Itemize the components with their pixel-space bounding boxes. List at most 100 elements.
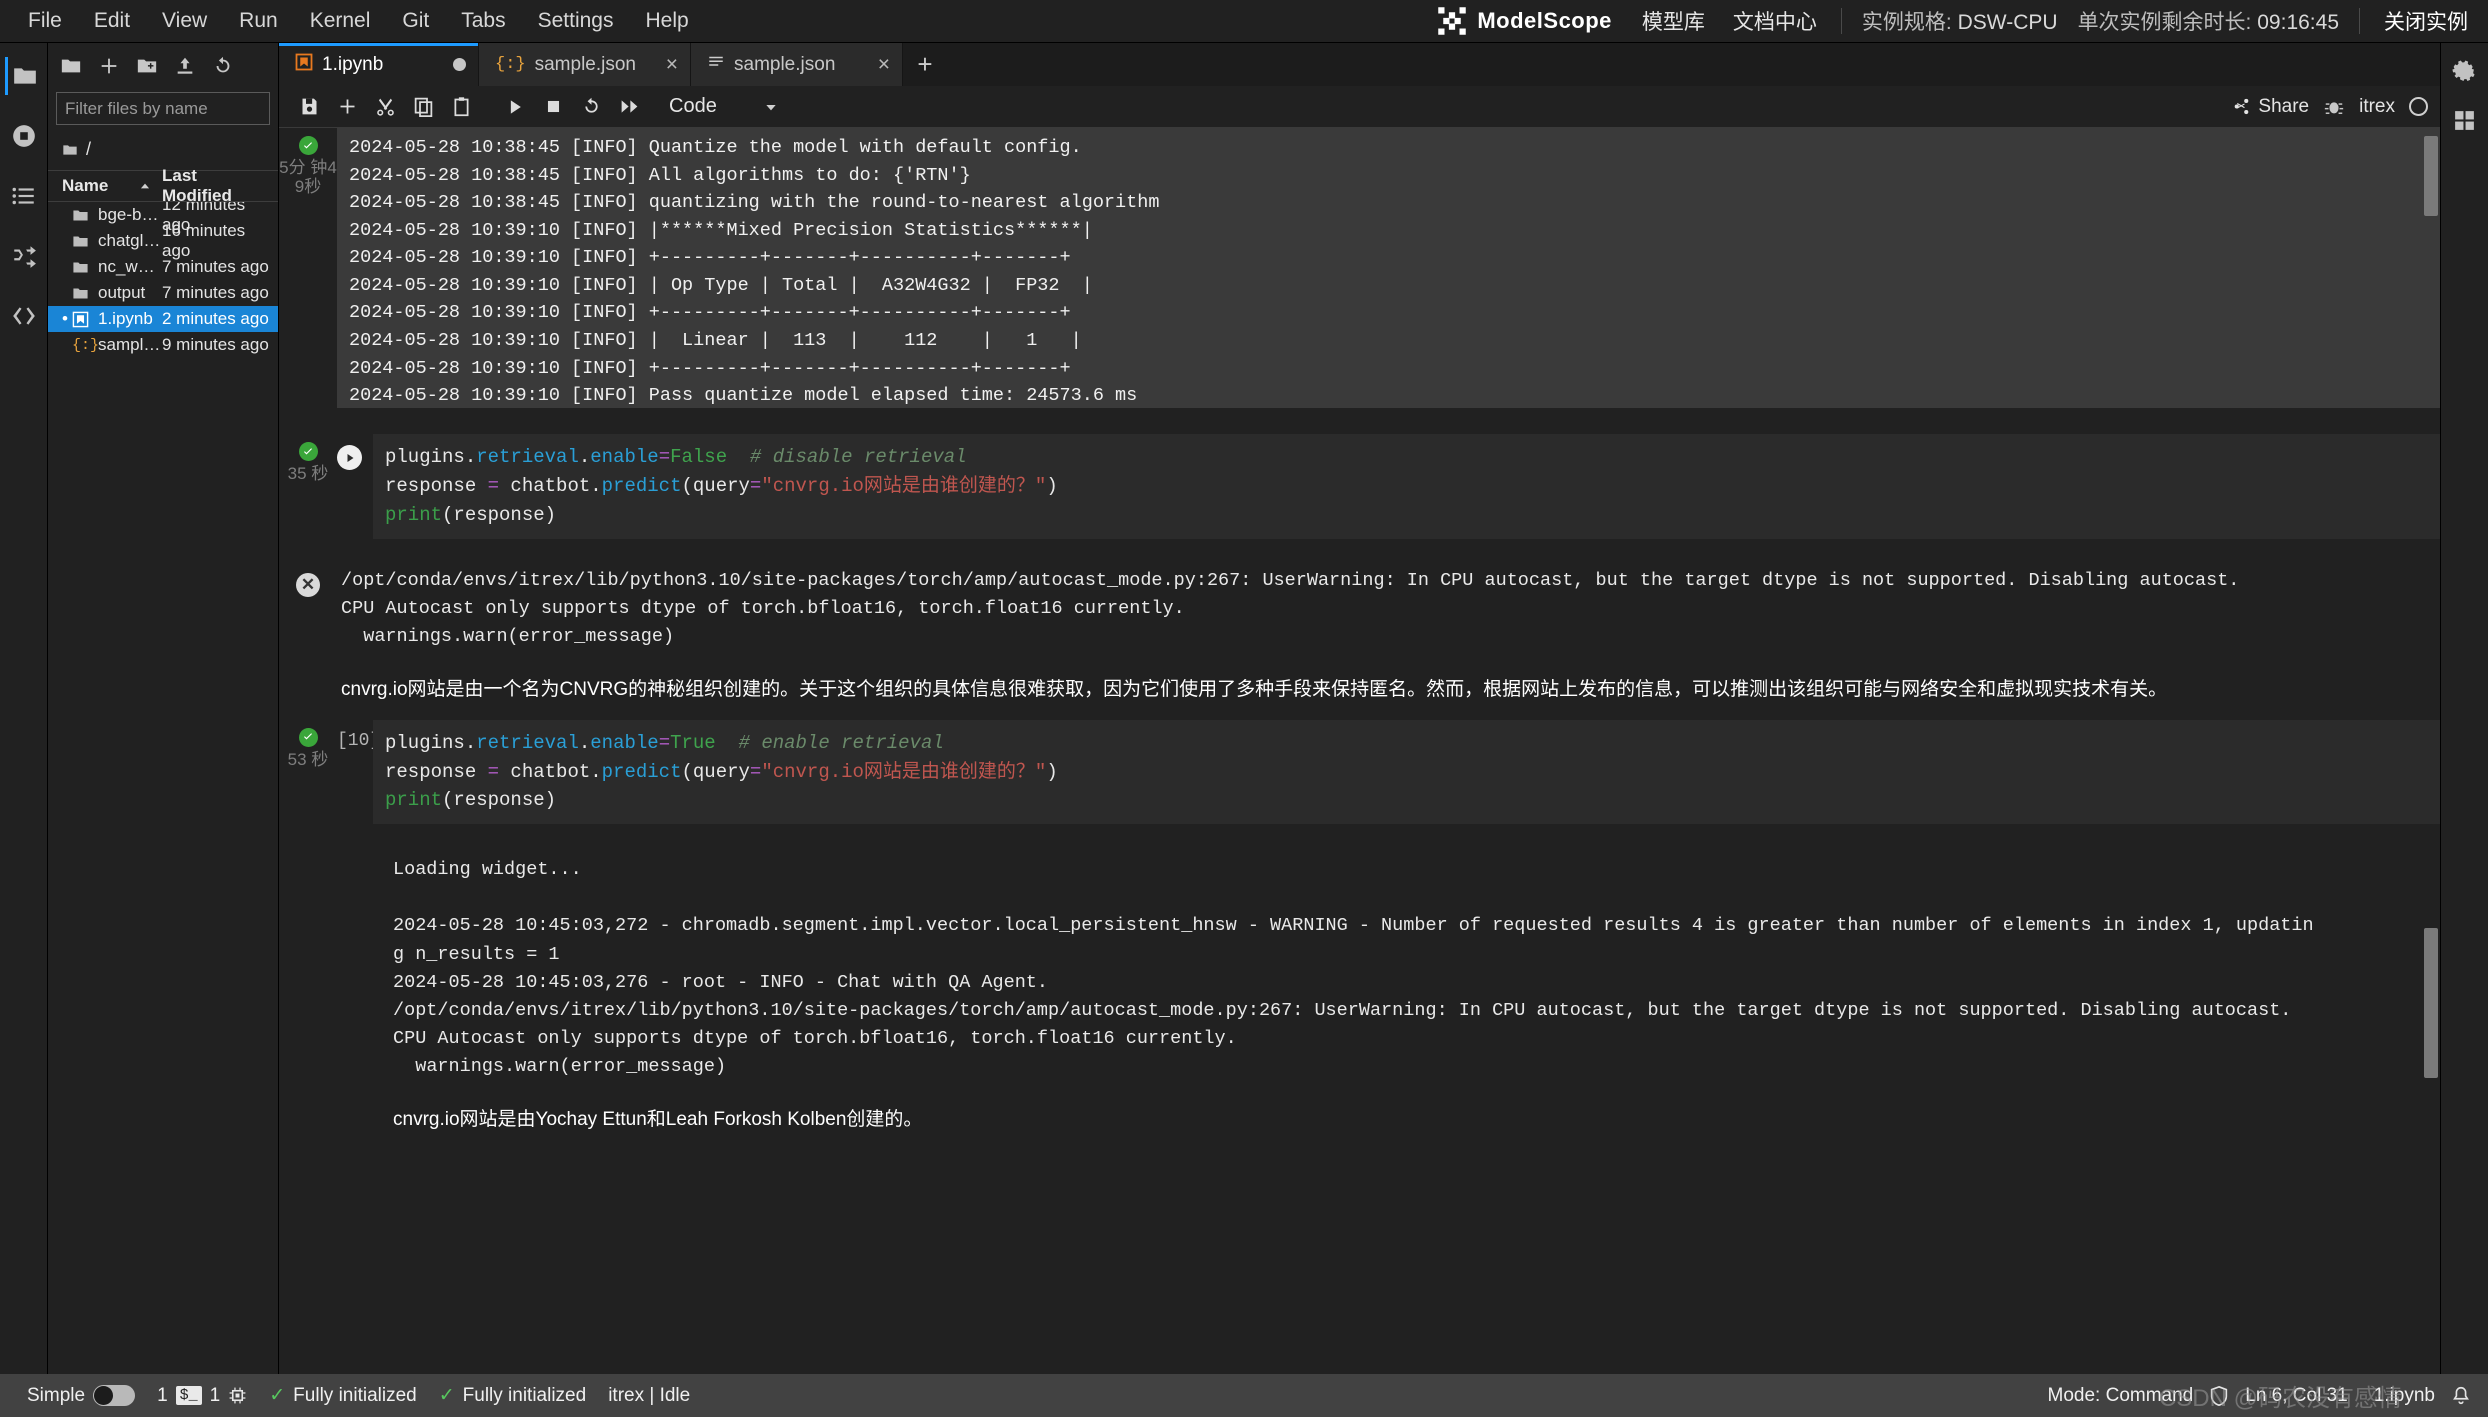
- status-bar-right: Mode: Command Ln 6, Col 31 1.ipynb: [2037, 1385, 2472, 1407]
- code-exec-row: [10] plugins.retrieval.enable=True # ena…: [337, 719, 2440, 825]
- folder-icon: [72, 207, 96, 224]
- code-token: # enable retrieval: [738, 731, 944, 754]
- insert-cell-button[interactable]: [329, 91, 365, 123]
- stop-kernel-button[interactable]: [535, 91, 571, 123]
- kernel-indicator-label[interactable]: itrex: [2359, 96, 2395, 118]
- notebook-cell-code-disable-retrieval: 35 秒 plugins.retrieval.enable=False # di…: [279, 434, 2440, 539]
- properties-icon[interactable]: [2452, 108, 2477, 133]
- menu-item-run[interactable]: Run: [225, 5, 292, 37]
- output-scrollbar[interactable]: [2424, 136, 2438, 406]
- column-header-name: Name: [62, 176, 109, 195]
- simple-mode-toggle[interactable]: Simple: [16, 1385, 146, 1407]
- cell-body: [10] plugins.retrieval.enable=True # ena…: [337, 719, 2440, 825]
- new-tab-button[interactable]: +: [903, 43, 947, 86]
- restart-kernel-button[interactable]: [573, 91, 609, 123]
- cell-gutter: 35 秒: [279, 434, 337, 539]
- init-status-label: Fully initialized: [462, 1384, 587, 1406]
- column-header-modified[interactable]: Last Modified: [162, 166, 270, 206]
- menu-item-help[interactable]: Help: [632, 5, 703, 37]
- kernel-count: 1: [157, 1384, 168, 1406]
- close-icon[interactable]: ×: [666, 54, 678, 75]
- chevron-up-icon: [140, 183, 150, 189]
- breadcrumb-root[interactable]: /: [86, 139, 91, 160]
- log-line: CPU Autocast only supports dtype of torc…: [393, 1027, 1237, 1049]
- tab-label: sample.json: [534, 53, 636, 75]
- folder-root-button[interactable]: [52, 49, 90, 83]
- cell-type-select[interactable]: Code: [659, 95, 789, 118]
- search-input[interactable]: [65, 98, 286, 119]
- folder-icon: [61, 59, 81, 72]
- text-icon: [707, 53, 725, 77]
- upload-button[interactable]: [166, 49, 204, 83]
- kernel-init-status-2[interactable]: ✓ Fully initialized: [428, 1384, 597, 1407]
- unsaved-dot-icon[interactable]: [453, 58, 466, 71]
- tab-sample-json-a[interactable]: {:} sample.json ×: [479, 43, 691, 86]
- new-folder-button[interactable]: [128, 49, 166, 83]
- list-item[interactable]: chatglm3-6b 16 minutes ago: [48, 221, 278, 260]
- notebook-scroll-area[interactable]: 5分 钟4 9秒 2024-05-28 10:38:45 [INFO] Quan…: [279, 128, 2440, 1374]
- refresh-button[interactable]: [204, 49, 242, 83]
- cell-status-ok-icon: [298, 136, 318, 155]
- sidebar-item-git[interactable]: [5, 237, 43, 275]
- menu-item-git[interactable]: Git: [388, 5, 443, 37]
- copy-icon: [414, 97, 432, 117]
- filter-files-box[interactable]: [56, 92, 286, 125]
- restart-run-all-button[interactable]: [611, 91, 647, 123]
- nav-model-library[interactable]: 模型库: [1628, 6, 1719, 36]
- kernel-idle-status[interactable]: itrex | Idle: [597, 1385, 701, 1407]
- run-cell-button[interactable]: [497, 91, 533, 123]
- warning-line: warnings.warn(error_message): [341, 625, 675, 647]
- tab-1-ipynb[interactable]: 1.ipynb: [279, 43, 479, 86]
- menu-item-edit[interactable]: Edit: [80, 5, 144, 37]
- list-item-selected[interactable]: • 1.ipynb 2 minutes ago: [48, 306, 278, 332]
- menu-item-file[interactable]: File: [14, 5, 76, 37]
- list-item[interactable]: {:} sample.json 9 minutes ago: [48, 332, 278, 358]
- close-instance-button[interactable]: 关闭实例: [2370, 6, 2488, 36]
- cut-button[interactable]: [367, 91, 403, 123]
- save-button[interactable]: [291, 91, 327, 123]
- new-launcher-button[interactable]: [90, 49, 128, 83]
- code-editor[interactable]: plugins.retrieval.enable=True # enable r…: [373, 719, 2440, 825]
- check-icon: ✓: [438, 1385, 455, 1406]
- list-item[interactable]: output 7 minutes ago: [48, 280, 278, 306]
- share-button[interactable]: Share: [2232, 96, 2309, 118]
- plus-icon: [101, 58, 117, 73]
- menu-item-settings[interactable]: Settings: [524, 5, 628, 37]
- copy-button[interactable]: [405, 91, 441, 123]
- sidebar-item-running[interactable]: [5, 117, 43, 155]
- column-header-name-wrap[interactable]: Name: [62, 176, 162, 196]
- notebook-scrollbar[interactable]: [2424, 928, 2438, 1278]
- folder-icon: [63, 144, 77, 155]
- sidebar-item-file-browser[interactable]: [4, 57, 43, 95]
- modelscope-brand[interactable]: ModelScope: [1421, 6, 1628, 36]
- kernel-init-status-1[interactable]: ✓ Fully initialized: [258, 1384, 427, 1407]
- list-item[interactable]: nc_workspa... 7 minutes ago: [48, 254, 278, 280]
- fast-forward-icon: [621, 100, 637, 113]
- code-token: =: [487, 474, 500, 497]
- shield-icon[interactable]: [2208, 1385, 2230, 1407]
- code-editor[interactable]: plugins.retrieval.enable=False # disable…: [373, 434, 2440, 539]
- folder-icon: [72, 259, 96, 276]
- tab-sample-json-b[interactable]: sample.json ×: [691, 43, 903, 86]
- sidebar-item-extensions[interactable]: [5, 297, 43, 335]
- nav-doc-center[interactable]: 文档中心: [1719, 6, 1831, 36]
- paste-button[interactable]: [443, 91, 479, 123]
- init-status-label: Fully initialized: [293, 1384, 417, 1406]
- gear-icon[interactable]: [2452, 57, 2477, 82]
- close-icon[interactable]: ×: [878, 54, 890, 75]
- notification-bell-icon[interactable]: [2450, 1385, 2472, 1407]
- sidebar-item-commands[interactable]: [5, 177, 43, 215]
- toggle-switch[interactable]: [93, 1385, 136, 1406]
- code-token: response: [385, 760, 488, 783]
- log-line: 2024-05-28 10:39:10 [INFO] +---------+--…: [349, 302, 1071, 324]
- bug-icon[interactable]: [2323, 96, 2345, 118]
- kernel-status-icon[interactable]: [2409, 97, 2428, 116]
- menu-item-kernel[interactable]: Kernel: [296, 5, 385, 37]
- run-cell-inline-button[interactable]: [337, 434, 373, 470]
- code-token: print: [385, 789, 443, 812]
- kernel-sessions-count[interactable]: 1 $_ 1: [146, 1385, 258, 1407]
- share-icon: [2235, 98, 2249, 115]
- menu-item-tabs[interactable]: Tabs: [447, 5, 519, 37]
- breadcrumb[interactable]: /: [48, 133, 278, 170]
- menu-item-view[interactable]: View: [148, 5, 221, 37]
